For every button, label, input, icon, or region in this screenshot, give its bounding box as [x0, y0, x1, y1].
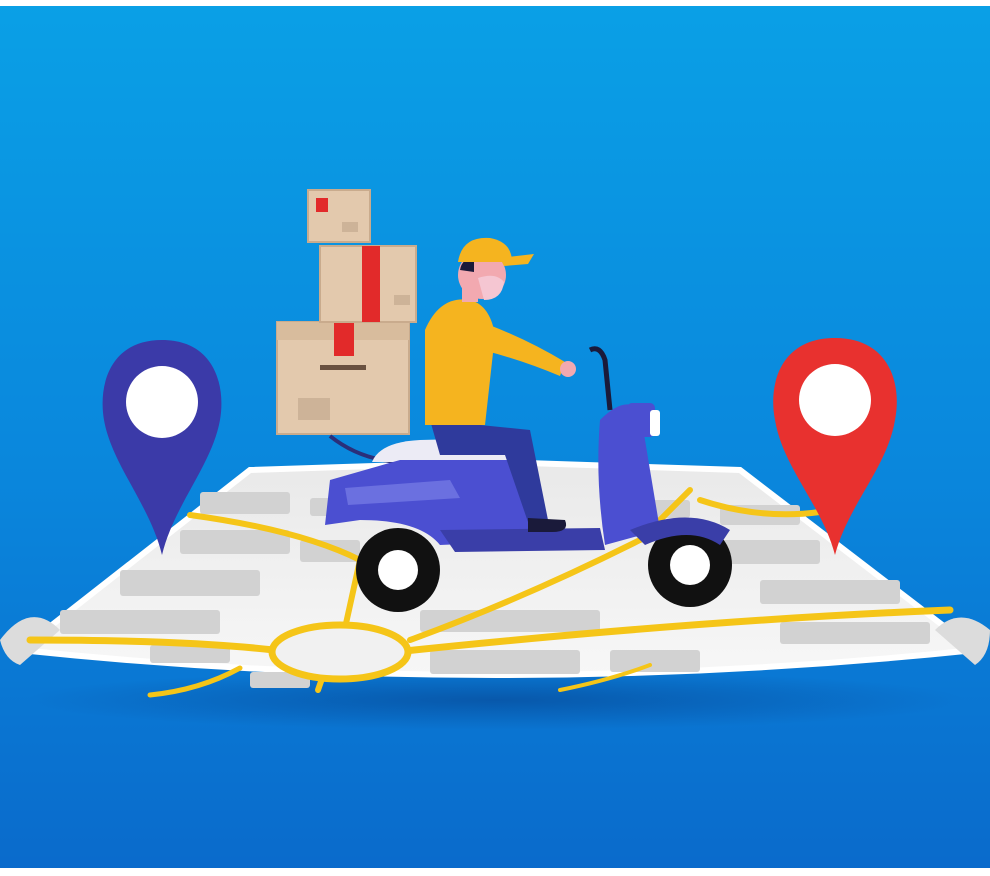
top-edge [0, 0, 990, 6]
map-shadow [25, 670, 965, 730]
bottom-edge [0, 868, 990, 876]
map-roundabout [268, 621, 412, 683]
delivery-illustration [0, 0, 990, 876]
